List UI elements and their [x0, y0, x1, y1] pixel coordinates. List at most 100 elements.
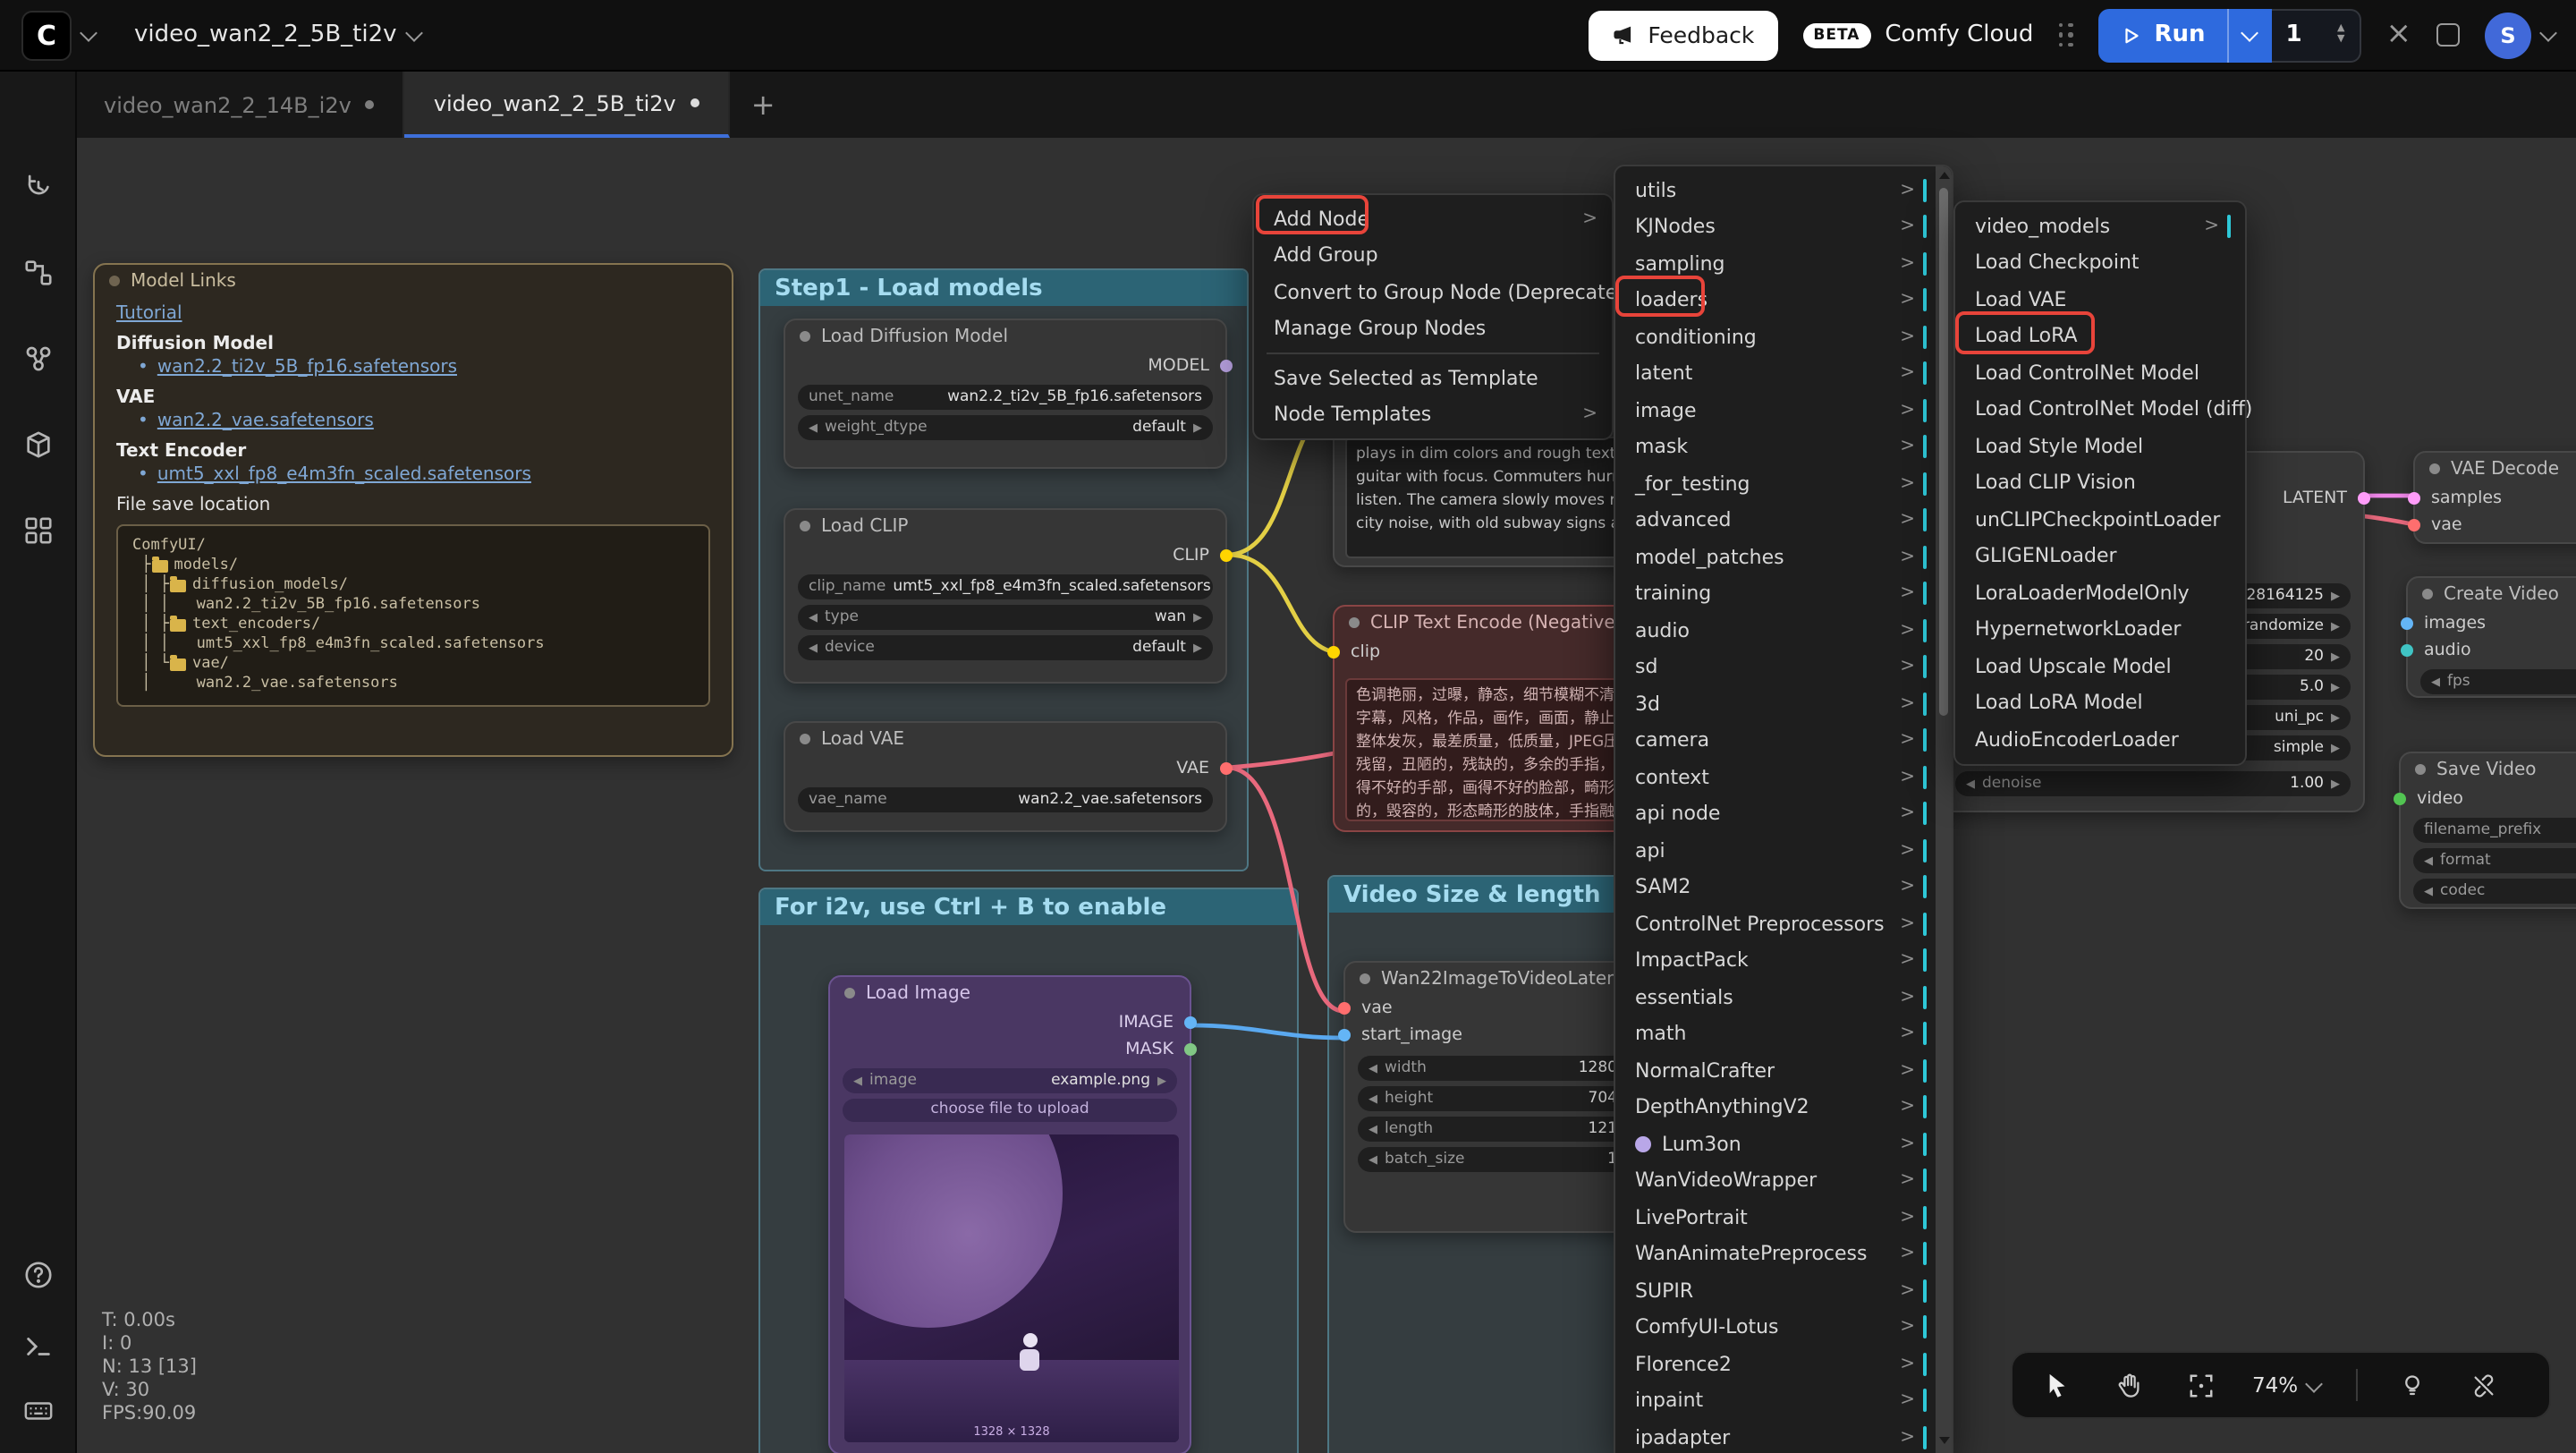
node-load-diffusion-model[interactable]: Load Diffusion Model MODEL ◀unet_namewan… [784, 319, 1227, 469]
node-widget[interactable]: ◀vae_namewan2.2_vae.safetensors▶ [798, 787, 1213, 812]
loaders-menu-item[interactable]: Load Style Model > [1961, 428, 2240, 464]
comfy-cloud-label[interactable]: Comfy Cloud [1885, 21, 2033, 48]
prompt-textarea[interactable]: 色调艳丽，过曝，静态，细节模糊不清，字幕，风格，作品，画作，画面，静止，整体发灰… [1345, 678, 1646, 821]
comfyui-logo[interactable]: C [21, 10, 72, 60]
output-slot[interactable]: VAE [785, 755, 1225, 782]
node-widget[interactable]: ◀clip_nameumt5_xxl_fp8_e4m3fn_scaled.saf… [798, 574, 1213, 599]
maximize-icon[interactable] [2436, 23, 2460, 47]
node-wan22-image-to-video-latent[interactable]: Wan22ImageToVideoLatent vaestart_image ◀… [1343, 961, 1658, 1233]
help-icon[interactable] [11, 1247, 64, 1301]
model-download-link[interactable]: umt5_xxl_fp8_e4m3fn_scaled.safetensors [157, 465, 531, 485]
collapse-dot[interactable] [800, 734, 810, 744]
node-widget[interactable]: ◀format [2413, 848, 2576, 873]
category-menu-item[interactable]: ipadapter > [1621, 1419, 1936, 1453]
account-menu[interactable]: S [2485, 12, 2555, 58]
category-menu-item[interactable]: Florence2 > [1621, 1346, 1936, 1382]
image-preview[interactable]: 1328 × 1328 [844, 1134, 1179, 1442]
category-menu-item[interactable]: 3d > [1621, 685, 1936, 722]
prompt-textarea[interactable]: plays in dim colors and rough textur gui… [1345, 437, 1653, 558]
node-create-video[interactable]: Create Video imagesaudio ◀fps [2406, 576, 2576, 698]
slot-dot[interactable] [1220, 360, 1233, 372]
node-save-video[interactable]: Save Video video ◀filename_prefix ◀forma… [2399, 752, 2576, 909]
category-menu-item[interactable]: LivePortrait > [1621, 1199, 1936, 1236]
loaders-menu-item[interactable]: GLIGENLoader > [1961, 538, 2240, 574]
keyboard-shortcuts-icon[interactable] [11, 1383, 64, 1437]
links-toggle-icon[interactable] [2464, 1365, 2504, 1405]
collapse-dot[interactable] [800, 331, 810, 342]
collapse-dot[interactable] [1360, 973, 1370, 984]
collapse-dot[interactable] [844, 988, 855, 998]
slot-dot[interactable] [1338, 1002, 1351, 1015]
input-slot[interactable]: video [2401, 786, 2576, 812]
node-library-icon[interactable] [11, 331, 64, 385]
context-menu-item[interactable]: Save Selected as Template> [1259, 360, 1606, 396]
drag-handle-icon[interactable] [2058, 22, 2073, 47]
category-menu-item[interactable]: audio > [1621, 612, 1936, 649]
loaders-menu-item[interactable]: Load LoRA Model > [1961, 684, 2240, 721]
node-widget[interactable]: ◀codec [2413, 879, 2576, 904]
node-widget[interactable]: ◀fps [2420, 669, 2576, 694]
input-slot[interactable]: samples [2415, 485, 2576, 512]
node-widget[interactable]: ◀devicedefault▶ [798, 635, 1213, 660]
loaders-menu-item[interactable]: Load CLIP Vision > [1961, 464, 2240, 501]
category-menu-item[interactable]: WanAnimatePreprocess > [1621, 1236, 1936, 1272]
node-widget[interactable]: ◀imageexample.png▶ [843, 1068, 1177, 1093]
scroll-up-icon[interactable] [1938, 172, 1949, 179]
node-widget[interactable]: ◀filename_prefix [2413, 818, 2576, 843]
node-clip-text-encode-negative[interactable]: CLIP Text Encode (Negative Prompt) clip … [1333, 605, 1655, 832]
workflows-icon[interactable] [11, 245, 64, 299]
context-menu-item[interactable]: Node Templates> [1259, 396, 1606, 433]
category-menu-item[interactable]: SUPIR > [1621, 1272, 1936, 1309]
category-menu-item[interactable]: NormalCrafter > [1621, 1052, 1936, 1089]
category-menu-item[interactable]: model_patches > [1621, 539, 1936, 575]
input-slot[interactable]: start_image [1345, 1022, 1657, 1049]
category-menu-item[interactable]: loaders > [1621, 282, 1936, 319]
upload-button[interactable]: choose file to upload [843, 1099, 1177, 1122]
category-menu-item[interactable]: image > [1621, 392, 1936, 429]
queue-history-icon[interactable] [11, 159, 64, 213]
loaders-menu-item[interactable]: Load ControlNet Model (diff) > [1961, 391, 2240, 428]
category-menu-item[interactable]: training > [1621, 575, 1936, 612]
pointer-tool-icon[interactable] [2038, 1365, 2077, 1405]
model-download-link[interactable]: wan2.2_vae.safetensors [157, 412, 374, 431]
output-slot[interactable]: CLIP [785, 542, 1225, 569]
menu-scrollbar[interactable] [1936, 166, 1952, 1453]
close-icon[interactable]: × [2386, 20, 2412, 50]
loaders-menu-item[interactable]: Load Upscale Model > [1961, 648, 2240, 684]
loaders-menu-item[interactable]: unCLIPCheckpointLoader > [1961, 501, 2240, 538]
loaders-menu-item[interactable]: video_models > [1961, 208, 2240, 244]
output-slot[interactable]: IMAGE [830, 1009, 1190, 1036]
input-slot[interactable]: vae [2415, 512, 2576, 539]
run-button[interactable]: Run [2098, 8, 2226, 62]
zoom-level[interactable]: 74% [2252, 1372, 2319, 1398]
node-model-links[interactable]: Model Links Tutorial Diffusion Model •wa… [93, 263, 733, 757]
node-widget[interactable]: ◀batch_size1▶ [1358, 1147, 1644, 1172]
collapse-dot[interactable] [2429, 463, 2440, 474]
slot-dot[interactable] [2401, 644, 2413, 657]
run-count-stepper[interactable]: 1 ▲▼ [2272, 8, 2361, 62]
loaders-menu-item[interactable]: HypernetworkLoader > [1961, 611, 2240, 648]
loaders-menu-item[interactable]: LoraLoaderModelOnly > [1961, 574, 2240, 611]
pan-tool-icon[interactable] [2109, 1365, 2148, 1405]
workflow-title-menu[interactable]: video_wan2_2_5B_ti2v [134, 21, 420, 48]
tab-video-wan2-2-5B-ti2v[interactable]: video_wan2_2_5B_ti2v [405, 72, 730, 138]
denoise-widget[interactable]: ◀denoise1.00▶ [1955, 771, 2351, 796]
loaders-menu-item[interactable]: AudioEncoderLoader > [1961, 721, 2240, 758]
context-menu-item[interactable]: Manage Group Nodes> [1259, 310, 1606, 347]
category-menu-item[interactable]: SAM2 > [1621, 869, 1936, 905]
input-slot[interactable]: vae [1345, 995, 1657, 1022]
category-menu-item[interactable]: advanced > [1621, 502, 1936, 539]
slot-dot[interactable] [2401, 617, 2413, 630]
input-slot[interactable]: audio [2408, 637, 2576, 664]
fit-view-icon[interactable] [2181, 1365, 2220, 1405]
slot-dot[interactable] [1220, 549, 1233, 562]
category-menu-item[interactable]: KJNodes > [1621, 208, 1936, 245]
input-slot[interactable]: images [2408, 610, 2576, 637]
node-vae-decode[interactable]: VAE Decode samplesvae [2413, 451, 2576, 544]
loaders-menu-item[interactable]: Load VAE > [1961, 281, 2240, 318]
tutorial-link[interactable]: Tutorial [116, 304, 182, 324]
collapse-dot[interactable] [2422, 589, 2433, 599]
lightbulb-icon[interactable] [2393, 1365, 2432, 1405]
slot-dot[interactable] [1184, 1016, 1197, 1029]
slot-dot[interactable] [2394, 793, 2406, 805]
